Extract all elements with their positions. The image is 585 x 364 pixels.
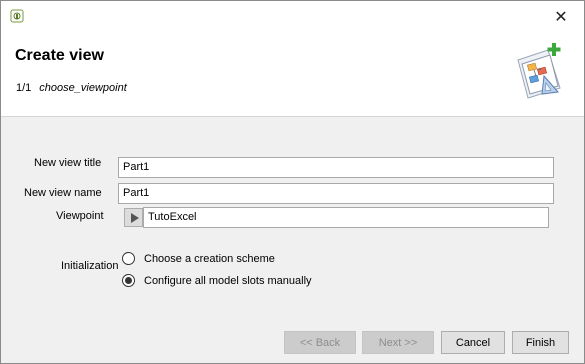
finish-button[interactable]: Finish [512, 331, 569, 354]
close-icon: ✕ [554, 6, 568, 26]
step-number: 1/1 [16, 82, 32, 94]
viewpoint-select-button[interactable] [124, 208, 143, 227]
page-title: Create view [15, 47, 104, 64]
dialog-window: ✕ Create view 1/1 choose_viewpoint New v… [0, 0, 585, 364]
back-button[interactable]: << Back [284, 331, 356, 354]
wizard-header: Create view 1/1 choose_viewpoint [1, 31, 584, 117]
radio-creation-scheme[interactable]: Choose a creation scheme [122, 252, 275, 265]
view-name-input[interactable]: Part1 [118, 183, 554, 204]
view-title-label: New view title [34, 157, 102, 169]
radio-label: Choose a creation scheme [144, 252, 275, 265]
play-triangle-icon [130, 212, 139, 223]
create-view-wizard-icon [517, 43, 561, 99]
title-bar: ✕ [1, 1, 584, 31]
radio-button[interactable] [122, 252, 135, 265]
step-description: choose_viewpoint [39, 82, 127, 94]
radio-button-selected[interactable] [122, 274, 135, 287]
initialization-label: Initialization [61, 260, 119, 272]
app-logo-icon [10, 9, 24, 23]
next-button[interactable]: Next >> [362, 331, 434, 354]
radio-configure-manually[interactable]: Configure all model slots manually [122, 274, 312, 287]
viewpoint-input[interactable]: TutoExcel [143, 207, 549, 228]
radio-label: Configure all model slots manually [144, 274, 312, 287]
viewpoint-label: Viewpoint [56, 210, 104, 222]
cancel-button[interactable]: Cancel [441, 331, 505, 354]
view-name-label: New view name [24, 187, 102, 199]
close-button[interactable]: ✕ [538, 1, 584, 31]
view-title-input[interactable]: Part1 [118, 157, 554, 178]
step-indicator: 1/1 choose_viewpoint [16, 82, 127, 94]
